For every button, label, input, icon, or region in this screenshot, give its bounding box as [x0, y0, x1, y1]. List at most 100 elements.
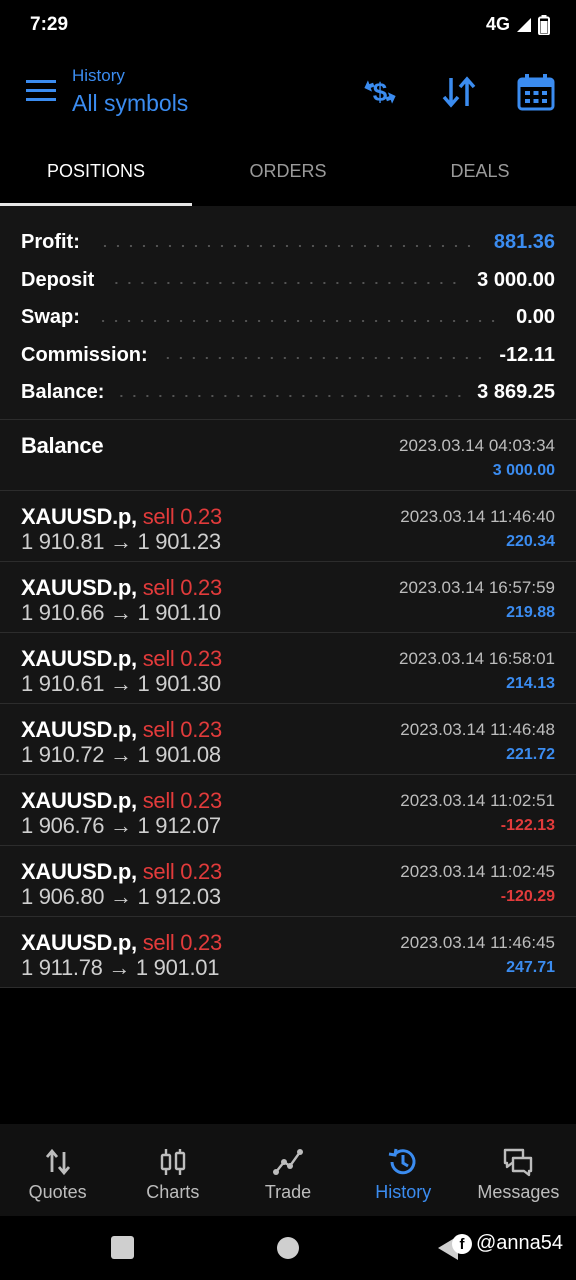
status-bar: 7:29 4G: [0, 0, 576, 52]
menu-icon[interactable]: [26, 78, 56, 104]
charts-icon: [160, 1149, 185, 1175]
list-item[interactable]: XAUUSD.p, sell 0.23 1 910.81 → 1 901.23 …: [0, 491, 576, 562]
history-icon: [388, 1148, 416, 1175]
recent-apps-button[interactable]: [111, 1236, 134, 1259]
tab-deals[interactable]: DEALS: [384, 142, 576, 206]
symbol-name: XAUUSD.p,: [21, 575, 137, 600]
symbol-name: XAUUSD.p,: [21, 930, 137, 955]
nav-label: Quotes: [28, 1182, 87, 1202]
symbol-name: XAUUSD.p,: [21, 504, 137, 529]
deal-type: sell 0.23: [142, 859, 223, 884]
deposit-value: 3 000.00: [477, 268, 555, 291]
messages-icon: [504, 1148, 533, 1177]
deal-prices: 1 910.66 → 1 901.10: [21, 600, 221, 625]
dotted-leader: [93, 319, 503, 322]
tab-positions[interactable]: POSITIONS: [0, 142, 192, 206]
header-subtitle: History: [72, 66, 125, 85]
nav-label: Trade: [264, 1182, 312, 1202]
profit-row: Profit: 881.36: [21, 224, 555, 262]
sort-icon[interactable]: [439, 72, 479, 112]
deal-symbol: XAUUSD.p, sell 0.23: [21, 859, 222, 885]
trade-icon: [273, 1149, 303, 1175]
symbol-name: XAUUSD.p,: [21, 859, 137, 884]
deal-symbol: XAUUSD.p, sell 0.23: [21, 717, 222, 743]
list-item[interactable]: XAUUSD.p, sell 0.23 1 910.61 → 1 901.30 …: [0, 633, 576, 704]
profit-value: 881.36: [493, 231, 555, 254]
deal-date: 2023.03.14 11:46:45: [400, 933, 555, 952]
calendar-icon[interactable]: [516, 72, 556, 112]
list-item[interactable]: XAUUSD.p, sell 0.23 1 906.76 → 1 912.07 …: [0, 775, 576, 846]
symbol-name: XAUUSD.p,: [21, 646, 137, 671]
app-header: History All symbols $: [0, 52, 576, 142]
status-icons: 4G: [486, 14, 550, 35]
system-navigation-bar: f @anna54: [0, 1216, 576, 1280]
deal-prices: 1 910.72 → 1 901.08: [21, 742, 221, 767]
nav-label: Messages: [477, 1182, 560, 1202]
bottom-navigation: Quotes Charts Trade History Messages: [0, 1124, 576, 1216]
currency-exchange-icon[interactable]: $: [360, 72, 400, 112]
deal-prices: 1 906.76 → 1 912.07: [21, 813, 221, 838]
tab-orders[interactable]: ORDERS: [192, 142, 384, 206]
deal-date: 2023.03.14 11:46:48: [400, 720, 555, 739]
deal-type: sell 0.23: [142, 646, 223, 671]
deal-symbol: XAUUSD.p, sell 0.23: [21, 504, 222, 530]
deal-profit: 214.13: [506, 675, 555, 692]
summary-panel: Profit: 881.36 Deposit 3 000.00 Swap: 0.…: [0, 206, 576, 420]
deal-symbol: XAUUSD.p, sell 0.23: [21, 575, 222, 601]
watermark: f @anna54: [452, 1232, 563, 1255]
facebook-icon: f: [452, 1233, 472, 1254]
deal-type: sell 0.23: [142, 788, 223, 813]
balance-value: 3 869.25: [477, 381, 555, 404]
swap-value: 0.00: [516, 306, 555, 329]
deal-profit: -120.29: [500, 888, 555, 905]
deal-type: sell 0.23: [142, 930, 223, 955]
swap-label: Swap:: [21, 306, 80, 329]
nav-quotes[interactable]: Quotes: [0, 1124, 115, 1216]
deal-date: 2023.03.14 11:46:40: [400, 507, 555, 526]
nav-label: Charts: [146, 1182, 200, 1202]
quotes-icon: [45, 1148, 70, 1176]
symbol-filter[interactable]: All symbols: [72, 90, 188, 117]
nav-trade[interactable]: Trade: [230, 1124, 345, 1216]
deal-date: 2023.03.14 11:02:51: [400, 791, 555, 810]
deal-symbol: XAUUSD.p, sell 0.23: [21, 788, 222, 814]
nav-charts[interactable]: Charts: [115, 1124, 230, 1216]
deposit-row: Deposit 3 000.00: [21, 262, 555, 300]
swap-row: Swap: 0.00: [21, 299, 555, 337]
watermark-handle: @anna54: [476, 1232, 564, 1254]
nav-messages[interactable]: Messages: [461, 1124, 576, 1216]
balance-entry-label: Balance: [21, 433, 104, 458]
deal-prices: 1 910.61 → 1 901.30: [21, 671, 221, 696]
profit-label: Profit:: [21, 231, 80, 254]
svg-text:$: $: [373, 77, 388, 107]
symbol-name: XAUUSD.p,: [21, 788, 137, 813]
dotted-leader: [93, 244, 480, 247]
commission-label: Commission:: [21, 343, 148, 366]
deal-date: 2023.03.14 16:57:59: [399, 578, 555, 597]
nav-history[interactable]: History: [346, 1124, 461, 1216]
nav-label: History: [375, 1182, 432, 1202]
deal-profit: 221.72: [506, 746, 555, 763]
history-tabs: POSITIONS ORDERS DEALS: [0, 142, 576, 206]
deal-symbol: XAUUSD.p, sell 0.23: [21, 646, 222, 672]
signal-icon: [517, 17, 531, 32]
list-item[interactable]: XAUUSD.p, sell 0.23 1 910.66 → 1 901.10 …: [0, 562, 576, 633]
list-item[interactable]: XAUUSD.p, sell 0.23 1 911.78 → 1 901.01 …: [0, 917, 576, 988]
deal-prices: 1 906.80 → 1 912.03: [21, 884, 221, 909]
deal-type: sell 0.23: [142, 504, 223, 529]
list-item[interactable]: XAUUSD.p, sell 0.23 1 910.72 → 1 901.08 …: [0, 704, 576, 775]
home-button[interactable]: [277, 1237, 299, 1259]
deal-profit: 219.88: [506, 604, 555, 621]
deal-type: sell 0.23: [142, 717, 223, 742]
network-type: 4G: [485, 14, 510, 34]
list-item[interactable]: XAUUSD.p, sell 0.23 1 906.80 → 1 912.03 …: [0, 846, 576, 917]
commission-row: Commission: -12.11: [21, 337, 555, 375]
balance-entry[interactable]: Balance 2023.03.14 04:03:34 3 000.00: [0, 420, 576, 491]
deal-profit: 247.71: [506, 959, 555, 976]
deal-date: 2023.03.14 16:58:01: [399, 649, 555, 668]
balance-entry-date: 2023.03.14 04:03:34: [399, 436, 555, 455]
balance-entry-amount: 3 000.00: [492, 462, 555, 479]
balance-label: Balance:: [21, 381, 105, 404]
battery-icon: [538, 14, 550, 35]
balance-row: Balance: 3 869.25: [21, 374, 555, 412]
